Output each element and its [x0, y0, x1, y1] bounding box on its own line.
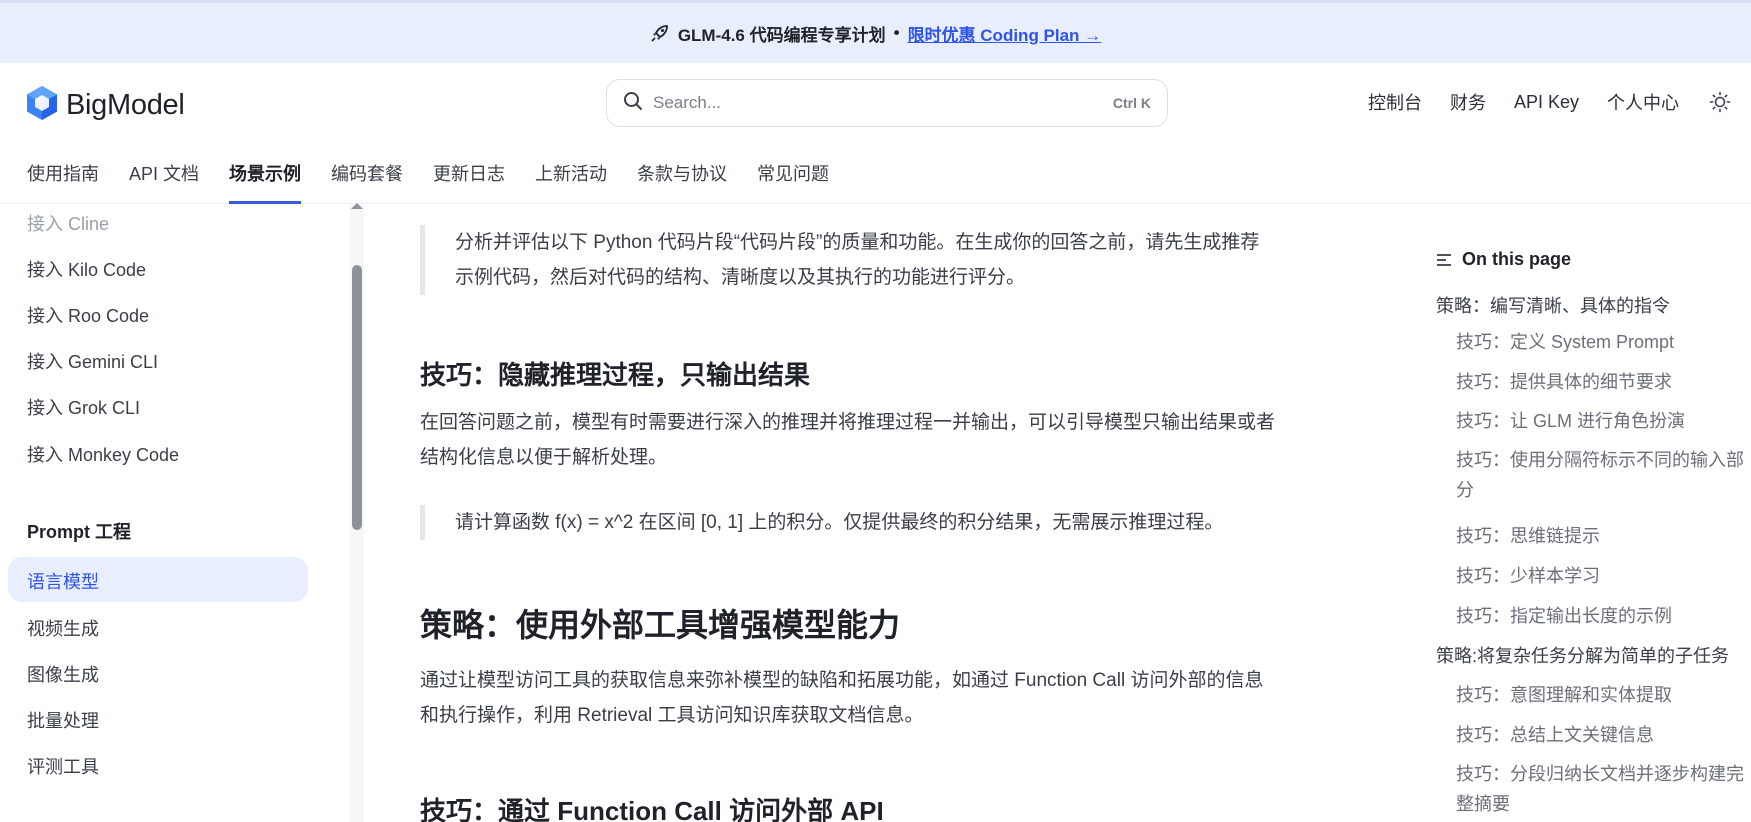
toc-entry[interactable]: 技巧：少样本学习: [1456, 561, 1746, 591]
table-of-contents: On this page 策略：编写清晰、具体的指令 技巧：定义 System …: [1436, 205, 1751, 822]
search-shortcut: Ctrl K: [1112, 95, 1151, 111]
paragraph-hide-reasoning: 在回答问题之前，模型有时需要进行深入的推理并将推理过程一并输出，可以引导模型只输…: [420, 405, 1320, 475]
blockquote-code-eval: 分析并评估以下 Python 代码片段“代码片段”的质量和功能。在生成你的回答之…: [420, 225, 1320, 295]
paragraph-line: 结构化信息以便于解析处理。: [420, 447, 668, 468]
sidebar-item-eval[interactable]: 评测工具: [27, 753, 99, 779]
sidebar-item-language-model-label: 语言模型: [27, 572, 99, 592]
tab-events[interactable]: 上新活动: [535, 143, 607, 204]
sidebar-item-gemini-cli[interactable]: 接入 Gemini CLI: [27, 348, 158, 374]
heading-function-call: 技巧：通过 Function Call 访问外部 API: [420, 796, 884, 822]
banner-text: GLM-4.6 代码编程专享计划: [677, 25, 886, 45]
scroll-up-arrow-icon[interactable]: [351, 203, 363, 209]
tab-faq[interactable]: 常见问题: [757, 143, 829, 204]
sidebar-item-cline[interactable]: 接入 Cline: [27, 210, 109, 236]
sun-icon[interactable]: [1709, 91, 1731, 113]
promo-banner: GLM-4.6 代码编程专享计划 • 限时优惠 Coding Plan →: [0, 0, 1751, 63]
sidebar-item-monkey-code[interactable]: 接入 Monkey Code: [27, 441, 179, 467]
tab-coding-plan[interactable]: 编码套餐: [331, 143, 403, 204]
toc-entry[interactable]: 技巧：让 GLM 进行角色扮演: [1456, 406, 1746, 436]
paragraph-line: 和执行操作，利用 Retrieval 工具访问知识库获取文档信息。: [420, 705, 924, 726]
top-links: 控制台 财务 API Key 个人中心: [1340, 89, 1731, 115]
console-link[interactable]: 控制台: [1368, 89, 1422, 115]
blockquote-integral: 请计算函数 f(x) = x^2 在区间 [0, 1] 上的积分。仅提供最终的积…: [420, 505, 1320, 540]
logo-text: BigModel: [66, 89, 185, 121]
toc-entry[interactable]: 技巧：意图理解和实体提取: [1456, 680, 1746, 710]
toc-entry[interactable]: 技巧：提供具体的细节要求: [1456, 367, 1746, 397]
logo[interactable]: BigModel: [26, 85, 185, 126]
quote-line: 请计算函数 f(x) = x^2 在区间 [0, 1] 上的积分。仅提供最终的积…: [455, 512, 1224, 533]
banner-separator: •: [893, 23, 900, 42]
search-icon: [623, 91, 643, 116]
paragraph-external-tools: 通过让模型访问工具的获取信息来弥补模型的缺陷和拓展功能，如通过 Function…: [420, 663, 1320, 733]
sidebar-item-batch[interactable]: 批量处理: [27, 707, 99, 733]
coding-plan-link[interactable]: 限时优惠 Coding Plan →: [908, 21, 1102, 46]
toc-entry[interactable]: 技巧：总结上文关键信息: [1456, 720, 1746, 750]
header: BigModel Search... Ctrl K 控制台 财务 API Key…: [0, 63, 1751, 143]
rocket-icon: [650, 23, 670, 43]
sidebar-item-grok-cli[interactable]: 接入 Grok CLI: [27, 394, 140, 420]
sidebar-item-image[interactable]: 图像生成: [27, 661, 99, 687]
main-content: 分析并评估以下 Python 代码片段“代码片段”的质量和功能。在生成你的回答之…: [420, 205, 1320, 822]
api-key-link[interactable]: API Key: [1514, 92, 1579, 113]
toc-entry[interactable]: 技巧：分段归纳长文档并逐步构建完整摘要: [1456, 759, 1746, 819]
quote-line: 分析并评估以下 Python 代码片段“代码片段”的质量和功能。在生成你的回答之…: [455, 232, 1260, 253]
toc-title: On this page: [1436, 249, 1571, 270]
sidebar-section-prompt: Prompt 工程: [27, 522, 132, 542]
sidebar-scroll-thumb[interactable]: [352, 265, 362, 530]
toc-entry[interactable]: 技巧：指定输出长度的示例: [1456, 601, 1746, 631]
tab-changelog[interactable]: 更新日志: [433, 143, 505, 204]
toc-title-text: On this page: [1462, 249, 1572, 269]
quote-line: 示例代码，然后对代码的结构、清晰度以及其执行的功能进行评分。: [455, 267, 1026, 288]
toc-entry[interactable]: 策略：编写清晰、具体的指令: [1436, 292, 1670, 318]
tab-guide[interactable]: 使用指南: [27, 143, 99, 204]
sidebar-item-video[interactable]: 视频生成: [27, 615, 99, 641]
paragraph-line: 通过让模型访问工具的获取信息来弥补模型的缺陷和拓展功能，如通过 Function…: [420, 670, 1264, 691]
list-icon: [1436, 253, 1452, 267]
paragraph-line: 在回答问题之前，模型有时需要进行深入的推理并将推理过程一并输出，可以引导模型只输…: [420, 412, 1276, 433]
search-input[interactable]: Search... Ctrl K: [606, 79, 1168, 127]
sidebar-item-roo-code[interactable]: 接入 Roo Code: [27, 302, 149, 328]
heading-hide-reasoning: 技巧：隐藏推理过程，只输出结果: [420, 360, 811, 390]
search-placeholder: Search...: [653, 93, 722, 112]
toc-entry[interactable]: 技巧：定义 System Prompt: [1456, 327, 1746, 357]
tab-terms[interactable]: 条款与协议: [637, 143, 727, 204]
nav-tabs: 使用指南 API 文档 场景示例 编码套餐 更新日志 上新活动 条款与协议 常见…: [0, 143, 1751, 204]
finance-link[interactable]: 财务: [1450, 89, 1486, 115]
profile-link[interactable]: 个人中心: [1607, 89, 1679, 115]
sidebar-item-kilo-code[interactable]: 接入 Kilo Code: [27, 256, 146, 282]
toc-entry[interactable]: 技巧：使用分隔符标示不同的输入部分: [1456, 445, 1746, 505]
tab-scenarios[interactable]: 场景示例: [229, 143, 302, 204]
toc-entry[interactable]: 策略:将复杂任务分解为简单的子任务: [1436, 642, 1729, 668]
bigmodel-logo-icon: [26, 85, 58, 126]
tab-api-docs[interactable]: API 文档: [129, 143, 199, 204]
heading-external-tools: 策略：使用外部工具增强模型能力: [420, 607, 901, 643]
toc-entry[interactable]: 技巧：思维链提示: [1456, 521, 1746, 551]
sidebar: 接入 Cline 接入 Kilo Code 接入 Roo Code 接入 Gem…: [0, 205, 350, 822]
